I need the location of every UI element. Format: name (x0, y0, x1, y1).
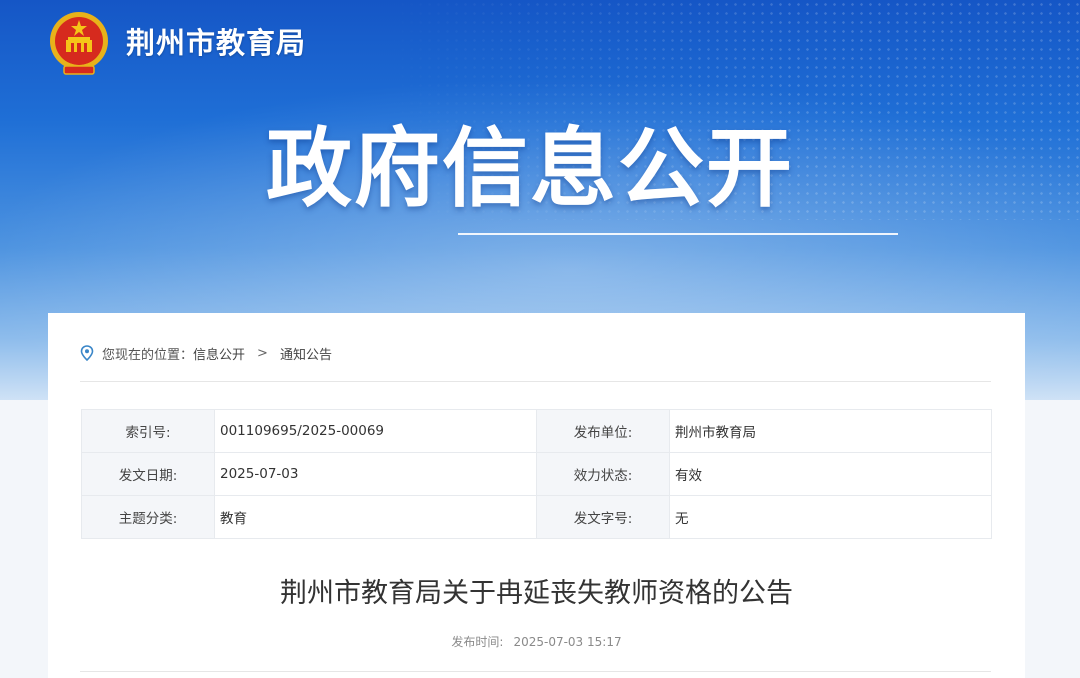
breadcrumb-separator: > (257, 345, 268, 361)
table-row: 主题分类: 教育 发文字号: 无 (81, 495, 992, 539)
meta-label-doc-number: 发文字号: (536, 495, 670, 539)
meta-label-publisher: 发布单位: (536, 409, 670, 453)
location-pin-icon (80, 345, 94, 361)
meta-value-index: 001109695/2025-00069 (214, 409, 537, 453)
meta-value-publisher: 荆州市教育局 (669, 409, 992, 453)
hero-title: 政府信息公开 (266, 119, 794, 219)
table-row: 索引号: 001109695/2025-00069 发布单位: 荆州市教育局 (81, 409, 992, 453)
breadcrumb-divider (80, 381, 991, 382)
document-meta-table: 索引号: 001109695/2025-00069 发布单位: 荆州市教育局 发… (81, 409, 992, 539)
publish-info: 发布时间: 2025-07-03 15:17 (48, 633, 1025, 650)
publish-label: 发布时间: (451, 635, 504, 649)
breadcrumb: 您现在的位置： 信息公开 > 通知公告 (80, 343, 332, 363)
meta-value-category: 教育 (214, 495, 537, 539)
publish-time: 2025-07-03 15:17 (513, 635, 622, 649)
site-name[interactable]: 荆州市教育局 (126, 20, 306, 62)
meta-label-category: 主题分类: (81, 495, 215, 539)
meta-value-validity: 有效 (669, 452, 992, 496)
meta-value-doc-number: 无 (669, 495, 992, 539)
breadcrumb-item-info-disclosure[interactable]: 信息公开 (193, 344, 245, 363)
meta-label-issue-date: 发文日期: (81, 452, 215, 496)
hero-underline (458, 233, 898, 235)
article-title: 荆州市教育局关于冉延丧失教师资格的公告 (280, 578, 793, 609)
table-row: 发文日期: 2025-07-03 效力状态: 有效 (81, 452, 992, 496)
content-panel: 您现在的位置： 信息公开 > 通知公告 索引号: 001109695/2025-… (48, 313, 1025, 678)
breadcrumb-prefix: 您现在的位置： (102, 347, 194, 363)
meta-label-index: 索引号: (81, 409, 215, 453)
national-emblem-icon (50, 12, 108, 75)
meta-label-validity: 效力状态: (536, 452, 670, 496)
article-divider (80, 671, 991, 672)
meta-value-issue-date: 2025-07-03 (214, 452, 537, 496)
breadcrumb-item-notices[interactable]: 通知公告 (280, 344, 332, 363)
